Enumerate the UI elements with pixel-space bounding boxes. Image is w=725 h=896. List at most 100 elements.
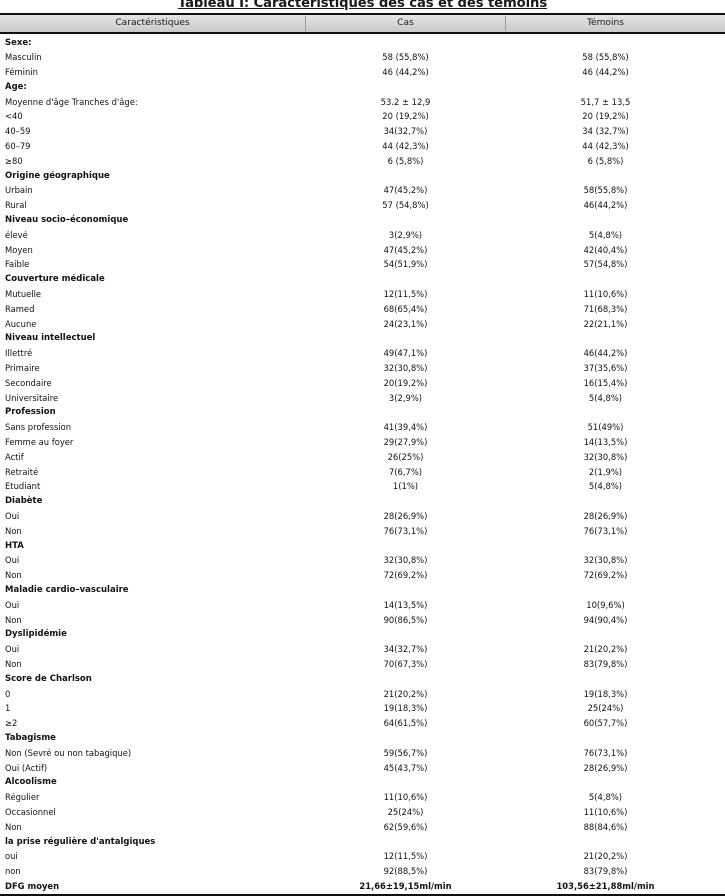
row-value-cas: 32(30,8%) [383, 363, 428, 374]
table-row: Oui 14(13,5%) 10(9,6%) [0, 598, 725, 613]
row-value-temoins: 51(49%) [587, 422, 624, 433]
row-value-cas: 53.2 ± 12,9 [380, 96, 431, 107]
row-label: 0 [5, 688, 11, 699]
table-row: oui 12(11,5%) 21(20,2%) [0, 849, 725, 864]
row-value-temoins: 16(15,4%) [583, 377, 628, 388]
row-label: 40–59 [5, 126, 31, 137]
table-row: Urbain 47(45,2%) 58(55,8%) [0, 183, 725, 198]
table-row: Moyen 47(45,2%) 42(40,4%) [0, 243, 725, 258]
row-group-label: Dyslipidémie [5, 629, 67, 640]
table-row: la prise régulière d'antalgiques [0, 835, 725, 850]
row-label: Aucune [5, 318, 37, 329]
row-group-label: Alcoolisme [5, 777, 57, 788]
row-value-cas: 26(25%) [387, 451, 424, 462]
table-row: Origine géographique [0, 169, 725, 184]
row-value-cas: 21,66±19,15ml/min [359, 880, 452, 891]
column-header-characteristiques: Caractéristiques [115, 18, 190, 28]
table-row: Score de Charlson [0, 672, 725, 687]
column-header-temoins: Témoins [586, 18, 625, 28]
row-value-temoins [506, 36, 705, 51]
row-value-cas: 47(45,2%) [383, 185, 428, 196]
row-value-temoins: 34 (32,7%) [582, 126, 629, 137]
row-label: Primaire [5, 363, 40, 374]
table-row: Occasionnel 25(24%) 11(10,6%) [0, 805, 725, 820]
row-value-cas: 92(88,5%) [383, 866, 428, 877]
row-value-cas: 3(2,9%) [388, 229, 423, 240]
table-row: Oui 32(30,8%) 32(30,8%) [0, 553, 725, 568]
row-value-temoins: 25(24%) [587, 703, 624, 714]
row-value-cas [306, 627, 505, 642]
table-row: Secondaire 20(19,2%) 16(15,4%) [0, 376, 725, 391]
table-row: Faible 54(51,9%) 57(54,8%) [0, 257, 725, 272]
table-row: Retraité 7(6,7%) 2(1,9%) [0, 465, 725, 480]
row-value-cas: 54(51,9%) [383, 259, 428, 270]
row-value-temoins: 28(26,9%) [583, 762, 628, 773]
row-label: 1 [5, 703, 11, 714]
row-value-temoins: 83(79,8%) [583, 658, 628, 669]
row-value-temoins: 44 (42,3%) [582, 141, 629, 152]
row-label: DFG moyen [5, 880, 60, 891]
row-value-temoins: 28(26,9%) [583, 511, 628, 521]
row-value-temoins [506, 627, 705, 642]
row-label: Retraité [5, 466, 39, 477]
table-row: Rural 57 (54,8%) 46(44,2%) [0, 198, 725, 213]
row-value-cas [306, 494, 505, 509]
row-value-cas: 62(59,6%) [383, 821, 428, 832]
row-value-cas: 12(11,5%) [383, 851, 428, 862]
table-row: HTA [0, 539, 725, 554]
row-label: <40 [5, 111, 23, 122]
row-value-temoins: 60(57,7%) [583, 718, 628, 729]
row-value-temoins: 58(55,8%) [583, 185, 628, 196]
table-row: Alcoolisme [0, 775, 725, 790]
row-label: Non [5, 821, 22, 832]
table-row: ≥2 64(61,5%) 60(57,7%) [0, 716, 725, 731]
row-value-temoins: 71(68,3%) [583, 303, 628, 314]
row-label: Occasionnel [5, 806, 56, 817]
row-label: Faible [5, 259, 30, 270]
row-value-temoins [506, 835, 705, 850]
table-row: Illettré 49(47,1%) 46(44,2%) [0, 346, 725, 361]
characteristics-table: Caractéristiques Cas Témoins Sexe: Mascul… [0, 13, 725, 896]
row-label: Non [5, 570, 22, 581]
row-value-cas: 70(67,3%) [383, 658, 428, 669]
table-row: ≥80 6 (5,8%) 6 (5,8%) [0, 154, 725, 169]
row-label: Urbain [5, 185, 33, 196]
table-row: DFG moyen 21,66±19,15ml/min 103,56±21,88ml… [0, 879, 725, 894]
row-value-temoins: 14(13,5%) [583, 437, 628, 448]
row-value-temoins: 21(20,2%) [583, 851, 628, 862]
table-header-row: Caractéristiques Cas Témoins [0, 15, 725, 32]
row-value-temoins [506, 672, 705, 687]
row-value-temoins: 2(1,9%) [588, 466, 623, 477]
row-value-cas [306, 36, 505, 51]
row-value-temoins: 21(20,2%) [583, 644, 628, 655]
row-value-cas [306, 672, 505, 687]
table-row: Non 70(67,3%) 83(79,8%) [0, 657, 725, 672]
row-value-temoins: 58 (55,8%) [582, 52, 629, 63]
table-row: élevé 3(2,9%) 5(4,8%) [0, 228, 725, 243]
row-value-temoins [506, 213, 705, 228]
table-row: Niveau intellectuel [0, 331, 725, 346]
row-value-cas: 90(86,5%) [383, 614, 428, 625]
row-value-cas: 68(65,4%) [383, 303, 428, 314]
row-value-cas: 3(2,9%) [388, 392, 423, 403]
table-row: Non 72(69,2%) 72(69,2%) [0, 568, 725, 583]
row-label: Oui [5, 599, 20, 610]
row-value-cas: 44 (42,3%) [382, 141, 429, 152]
row-value-temoins: 32(30,8%) [583, 451, 628, 462]
row-value-temoins: 46(44,2%) [583, 348, 628, 359]
page-title: Tableau I: Caractéristiques des cas et d… [177, 0, 548, 11]
row-value-temoins: 11(10,6%) [583, 806, 628, 817]
row-value-cas [306, 835, 505, 850]
row-value-cas: 76(73,1%) [383, 525, 428, 536]
row-group-label: Niveau socio–économique [5, 215, 129, 226]
row-value-temoins: 83(79,8%) [583, 866, 628, 877]
row-value-temoins: 51,7 ± 13,5 [580, 96, 631, 107]
row-value-cas [306, 539, 505, 554]
row-label: Masculin [5, 52, 42, 63]
row-value-temoins: 5(4,8%) [588, 392, 623, 403]
table-row: non 92(88,5%) 83(79,8%) [0, 864, 725, 879]
row-value-cas: 47(45,2%) [383, 244, 428, 255]
row-value-cas: 11(10,6%) [383, 792, 428, 803]
table-row: Oui 34(32,7%) 21(20,2%) [0, 642, 725, 657]
column-header-cas: Cas [397, 18, 414, 28]
